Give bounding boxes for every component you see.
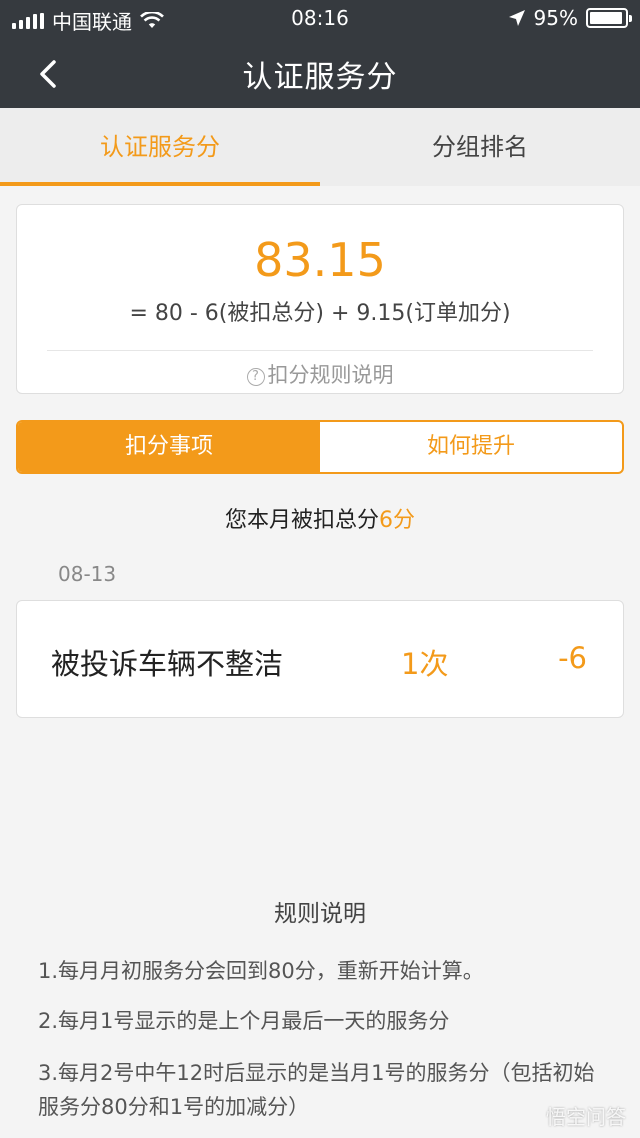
record-reason: 被投诉车辆不整洁 — [51, 647, 284, 681]
deduction-rules-link[interactable]: ? 扣分规则说明 — [17, 359, 623, 389]
top-bar: 中国联通 08:16 95% 认证服务分 — [0, 0, 640, 108]
battery-percent: 95% — [533, 6, 578, 30]
rule-item: 2.每月1号显示的是上个月最后一天的服务分 — [38, 1009, 450, 1033]
tab-certified-score[interactable]: 认证服务分 — [0, 108, 320, 186]
question-icon: ? — [246, 368, 265, 386]
divider — [47, 350, 593, 351]
tab-bar: 认证服务分 分组排名 — [0, 108, 640, 186]
battery-icon — [586, 8, 632, 28]
rules-title: 规则说明 — [274, 901, 366, 927]
segment-deductions[interactable]: 扣分事项 — [18, 422, 320, 472]
deduction-summary-prefix: 您本月被扣总分 — [224, 508, 379, 533]
score-value: 83.15 — [254, 233, 386, 287]
record-count: 1次 — [401, 647, 449, 681]
rule-item: 3.每月2号中午12时后显示的是当月1号的服务分（包括初始服务分80分和1号的加… — [38, 1061, 595, 1119]
watermark: 悟空问答 — [546, 1105, 626, 1129]
deduction-total-value: 6分 — [379, 508, 415, 533]
segment-how-to-improve[interactable]: 如何提升 — [320, 422, 622, 472]
tab-group-ranking[interactable]: 分组排名 — [320, 108, 640, 186]
monthly-deduction-summary: 您本月被扣总分6分 — [0, 502, 640, 534]
segment-control: 扣分事项 如何提升 — [16, 420, 624, 474]
page-title: 认证服务分 — [242, 60, 398, 95]
score-formula: = 80 - 6(被扣总分) + 9.15(订单加分) — [129, 301, 511, 326]
deduction-rules-label: 扣分规则说明 — [267, 363, 394, 387]
deduction-record: 被投诉车辆不整洁 1次 -6 — [16, 600, 624, 718]
location-arrow-icon — [508, 10, 525, 26]
status-bar: 中国联通 08:16 95% — [0, 0, 640, 36]
rule-item: 1.每月月初服务分会回到80分，重新开始计算。 — [38, 959, 484, 983]
record-date: 08-13 — [58, 562, 117, 586]
tab-active-indicator — [0, 182, 320, 186]
score-card: 83.15 = 80 - 6(被扣总分) + 9.15(订单加分) ? 扣分规则说… — [16, 204, 624, 394]
record-points: -6 — [558, 641, 587, 675]
